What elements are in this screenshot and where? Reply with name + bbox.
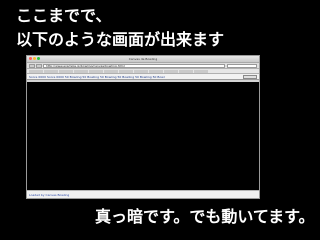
back-button[interactable] <box>29 63 35 68</box>
bookmark-item[interactable] <box>104 69 118 73</box>
browser-titlebar: Canvas de Bowling <box>27 56 259 63</box>
bookmark-item[interactable] <box>179 69 193 73</box>
search-input[interactable] <box>227 63 257 68</box>
window-title: Canvas de Bowling <box>128 57 158 61</box>
app-action-button[interactable] <box>243 75 257 79</box>
browser-screenshot: Canvas de Bowling http://www.example.jp/… <box>26 55 260 199</box>
browser-statusbar: Loaded by Canvas Bowling <box>27 190 259 198</box>
slide-heading: ここまでで、 以下のような画面が出来ます <box>16 4 224 52</box>
browser-navbar: http://www.example.jp/bowling/canvas/bow… <box>27 63 259 69</box>
bookmark-item[interactable] <box>119 69 133 73</box>
heading-line-1: ここまでで、 <box>16 6 112 25</box>
bookmark-item[interactable] <box>29 69 43 73</box>
app-toolbar-text: Score 0000 Score 0000 50 Bowling 50 Bowl… <box>29 75 165 79</box>
bookmark-item[interactable] <box>59 69 73 73</box>
bookmark-item[interactable] <box>74 69 88 73</box>
bookmark-item[interactable] <box>164 69 178 73</box>
bookmark-item[interactable] <box>44 69 58 73</box>
status-text: Loaded by Canvas Bowling <box>29 193 70 197</box>
forward-button[interactable] <box>36 63 42 68</box>
bookmark-item[interactable] <box>149 69 163 73</box>
game-canvas[interactable] <box>27 82 259 190</box>
address-bar[interactable]: http://www.example.jp/bowling/canvas/bow… <box>43 63 225 68</box>
heading-line-2: 以下のような画面が出来ます <box>16 30 225 49</box>
bookmark-item[interactable] <box>194 69 208 73</box>
bookmark-item[interactable] <box>89 69 103 73</box>
slide-caption: 真っ暗です。でも動いてます。 <box>95 207 315 226</box>
slide: ここまでで、 以下のような画面が出来ます Canvas de Bowling h… <box>0 0 320 240</box>
bookmark-item[interactable] <box>134 69 148 73</box>
app-toolbar: Score 0000 Score 0000 50 Bowling 50 Bowl… <box>27 74 259 80</box>
